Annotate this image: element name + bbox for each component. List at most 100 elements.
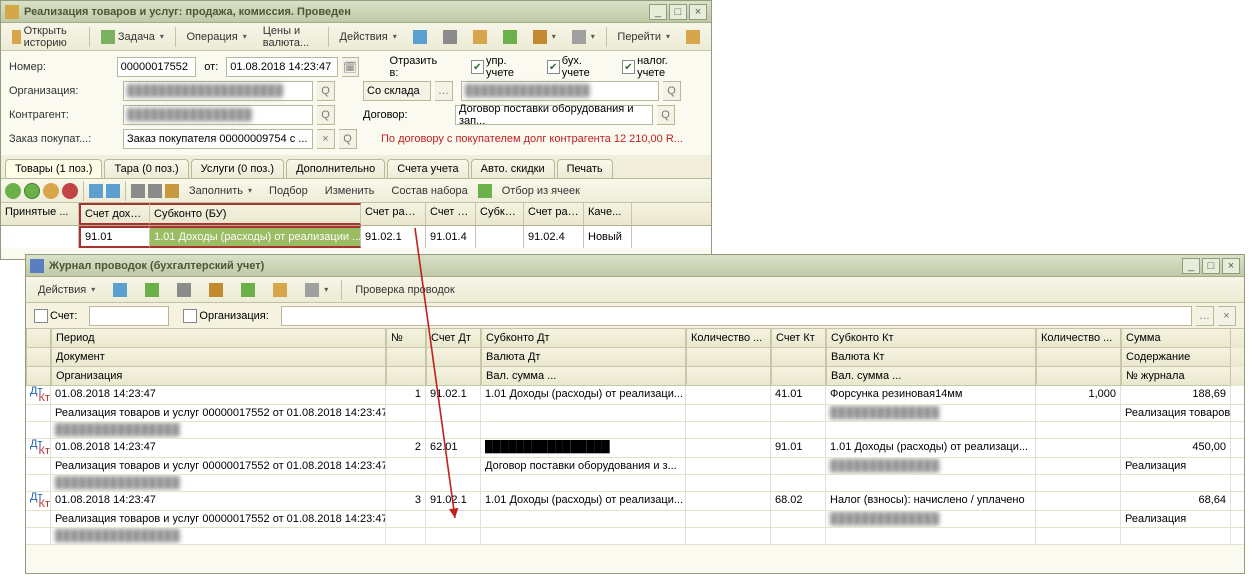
chk-acct[interactable]: Счет:: [34, 309, 77, 323]
win2-titlebar: Журнал проводок (бухгалтерский учет) _ □…: [26, 255, 1244, 277]
order-input[interactable]: Заказ покупателя 00000009754 с ...: [123, 129, 313, 149]
fromwh-label[interactable]: Со склада: [363, 81, 431, 101]
tb-icon4[interactable]: [496, 26, 524, 48]
maximize-button[interactable]: □: [669, 4, 687, 20]
win2-toolbar: Действия Проверка проводок: [26, 277, 1244, 303]
journal-row-sub[interactable]: Реализация товаров и услуг 00000017552 о…: [26, 405, 1244, 422]
history-button[interactable]: Открыть историю: [5, 26, 85, 48]
tb2-icon1[interactable]: [106, 279, 134, 301]
chk-upr[interactable]: ✔упр. учете: [471, 55, 535, 79]
tab-additional[interactable]: Дополнительно: [286, 159, 385, 178]
actions-menu[interactable]: Действия: [333, 26, 404, 48]
cellfilter-button[interactable]: Отбор из ячеек: [495, 180, 587, 202]
operation-menu[interactable]: Операция: [179, 26, 253, 48]
journal-row[interactable]: ДтКт 01.08.2018 14:23:47391.02.11.01 Дох…: [26, 492, 1244, 511]
fill-menu[interactable]: Заполнить: [182, 180, 259, 202]
fromwh-q[interactable]: …: [435, 81, 453, 101]
moveup-icon[interactable]: [89, 184, 103, 198]
journal-row-sub2[interactable]: ████████████████: [26, 422, 1244, 439]
tab-print[interactable]: Печать: [557, 159, 613, 178]
tb2-icon2[interactable]: [138, 279, 166, 301]
grid-row[interactable]: 91.01 1.01 Доходы (расходы) от реализаци…: [1, 226, 711, 248]
journal-row[interactable]: ДтКт 01.08.2018 14:23:47262.01██████████…: [26, 439, 1244, 458]
edit-icon[interactable]: [43, 183, 59, 199]
win1-title: Реализация товаров и услуг: продажа, ком…: [24, 6, 647, 18]
warehouse-input[interactable]: ████████████████: [461, 81, 659, 101]
contract-input[interactable]: Договор поставки оборудования и зап...: [455, 105, 653, 125]
date-input[interactable]: 01.08.2018 14:23:47: [226, 57, 338, 77]
task-menu[interactable]: Задача: [94, 26, 171, 48]
actions2-menu[interactable]: Действия: [31, 279, 102, 301]
close-button[interactable]: ×: [689, 4, 707, 20]
number-input[interactable]: 00000017552: [117, 57, 197, 77]
grid: Принятые ... Счет доход... Субконто (БУ)…: [1, 203, 711, 248]
tb2-icon7[interactable]: [298, 279, 335, 301]
tb2-icon6[interactable]: [266, 279, 294, 301]
tb-icon7[interactable]: [679, 26, 707, 48]
journal-row-sub[interactable]: Реализация товаров и услуг 00000017552 о…: [26, 458, 1244, 475]
change-button[interactable]: Изменить: [318, 180, 382, 202]
clone-icon[interactable]: [24, 183, 40, 199]
contract-lookup-icon[interactable]: Q: [657, 105, 675, 125]
orgfilter-clear[interactable]: ×: [1218, 306, 1236, 326]
tb-icon3[interactable]: [466, 26, 494, 48]
tb-icon2[interactable]: [436, 26, 464, 48]
tabs: Товары (1 поз.) Тара (0 поз.) Услуги (0 …: [1, 155, 711, 179]
tab-goods[interactable]: Товары (1 поз.): [5, 159, 102, 178]
filter-bar: Счет: Организация: … ×: [26, 303, 1244, 329]
close-button[interactable]: ×: [1222, 258, 1240, 274]
tb2-icon3[interactable]: [170, 279, 198, 301]
tb-icon1[interactable]: [406, 26, 434, 48]
sortasc-icon[interactable]: [131, 184, 145, 198]
tab-autodisc[interactable]: Авто. скидки: [471, 159, 555, 178]
content-button[interactable]: Состав набора: [384, 180, 474, 202]
org-input[interactable]: ████████████████████: [123, 81, 313, 101]
delete-icon[interactable]: [62, 183, 78, 199]
chk-nalog[interactable]: ✔налог. учете: [622, 55, 695, 79]
chk-org[interactable]: Организация:: [183, 309, 268, 323]
counterparty-input[interactable]: ████████████████: [123, 105, 313, 125]
journal-row-sub2[interactable]: ████████████████: [26, 475, 1244, 492]
doc-form: Номер: 00000017552 от: 01.08.2018 14:23:…: [1, 51, 711, 155]
cells-icon[interactable]: [478, 184, 492, 198]
order-lookup-icon[interactable]: Q: [339, 129, 357, 149]
journal-row-sub2[interactable]: ████████████████: [26, 528, 1244, 545]
maximize-button[interactable]: □: [1202, 258, 1220, 274]
journal-row[interactable]: ДтКт 01.08.2018 14:23:47191.02.11.01 Дох…: [26, 386, 1244, 405]
win2-title: Журнал проводок (бухгалтерский учет): [49, 260, 1180, 272]
number-label: Номер:: [9, 61, 113, 73]
wh-lookup-icon[interactable]: Q: [663, 81, 681, 101]
doc-icon: [5, 5, 19, 19]
acct-filter[interactable]: [89, 306, 169, 326]
tab-services[interactable]: Услуги (0 поз.): [191, 159, 284, 178]
select-button[interactable]: Подбор: [262, 180, 315, 202]
prices-button[interactable]: Цены и валюта...: [256, 26, 324, 48]
order-x[interactable]: ×: [317, 129, 335, 149]
grid-toolbar: Заполнить Подбор Изменить Состав набора …: [1, 179, 711, 203]
tb-icon6[interactable]: [565, 26, 602, 48]
tb2-icon5[interactable]: [234, 279, 262, 301]
add-icon[interactable]: [5, 183, 21, 199]
tab-tara[interactable]: Тара (0 поз.): [104, 159, 188, 178]
win1-titlebar: Реализация товаров и услуг: продажа, ком…: [1, 1, 711, 23]
date-picker-icon[interactable]: 🗓: [342, 57, 359, 77]
tb2-icon4[interactable]: [202, 279, 230, 301]
orgfilter-x[interactable]: …: [1196, 306, 1214, 326]
barcode-icon[interactable]: [165, 184, 179, 198]
chk-buh[interactable]: ✔бух. учете: [547, 55, 610, 79]
goto-menu[interactable]: Перейти: [610, 26, 677, 48]
org-filter[interactable]: [281, 306, 1192, 326]
tb2-check[interactable]: Проверка проводок: [348, 279, 461, 301]
tb-icon5[interactable]: [526, 26, 563, 48]
journal-icon: [30, 259, 44, 273]
cp-lookup-icon[interactable]: Q: [317, 105, 335, 125]
minimize-button[interactable]: _: [649, 4, 667, 20]
sortdesc-icon[interactable]: [148, 184, 162, 198]
org-lookup-icon[interactable]: Q: [317, 81, 335, 101]
journal-row-sub[interactable]: Реализация товаров и услуг 00000017552 о…: [26, 511, 1244, 528]
tab-accounts[interactable]: Счета учета: [387, 159, 468, 178]
minimize-button[interactable]: _: [1182, 258, 1200, 274]
win1-toolbar: Открыть историю Задача Операция Цены и в…: [1, 23, 711, 51]
movedown-icon[interactable]: [106, 184, 120, 198]
debt-text: По договору с покупателем долг контраген…: [381, 133, 683, 145]
